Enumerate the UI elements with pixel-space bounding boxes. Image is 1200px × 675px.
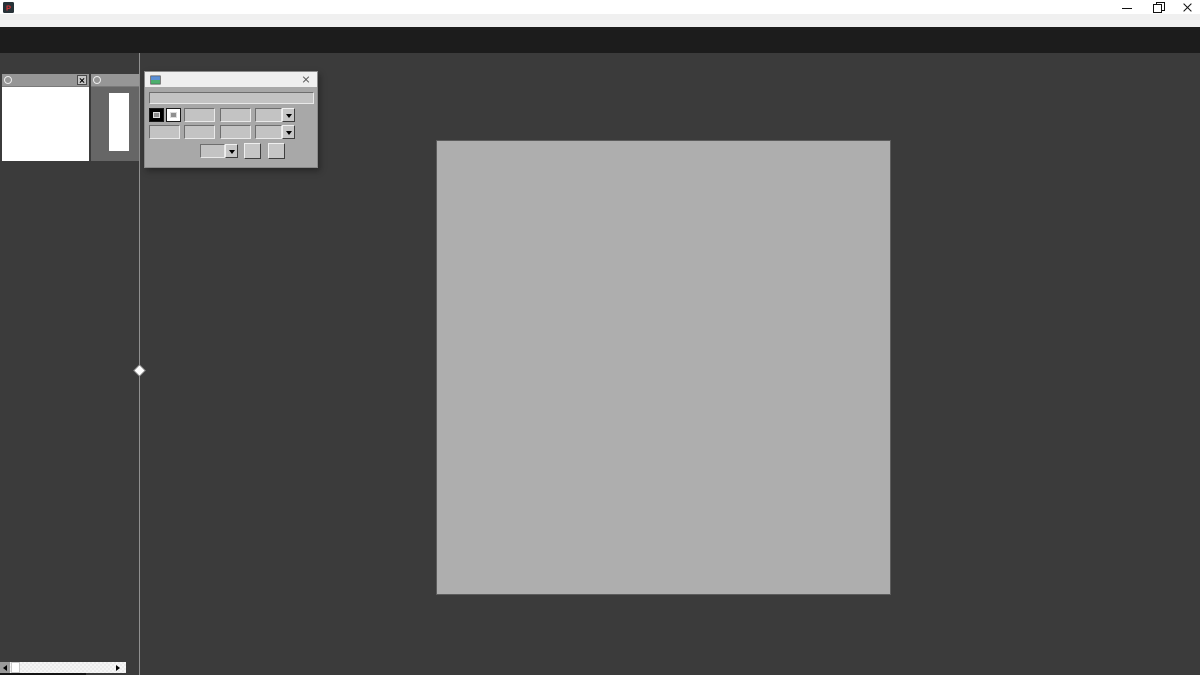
image-card-thumbnail[interactable] [2,87,89,161]
close-icon[interactable] [1176,0,1198,14]
horizontal-scrollbar[interactable] [0,662,126,673]
chevron-down-icon[interactable] [225,144,238,158]
probe-size-dropdown[interactable] [200,144,238,158]
minimize-icon[interactable] [1116,0,1138,14]
checkerboard-canvas[interactable] [437,141,890,594]
gear-icon [246,145,259,158]
scrollbar-thumb[interactable] [11,662,20,673]
readout-settings-button[interactable] [244,143,261,159]
colorspace-dropdown[interactable] [255,125,295,139]
radio-icon[interactable] [4,76,12,84]
readout-y-field[interactable] [220,108,251,122]
probe-size-value [200,144,225,158]
readout-title-bar[interactable] [145,72,317,87]
restore-icon[interactable] [1146,0,1168,14]
unit-dropdown[interactable] [255,108,295,122]
menu-bar [0,14,1200,27]
probe-mode-light-toggle[interactable] [166,108,181,122]
chevron-down-icon[interactable] [282,108,295,122]
splitter-handle-icon[interactable] [135,366,145,376]
title-bar: P [0,0,1200,14]
image-card-checkerboard[interactable] [2,74,89,161]
image-card-file[interactable] [91,74,139,161]
image-card-header [91,74,139,87]
readout-source-field[interactable] [149,92,314,104]
scroll-left-icon[interactable] [0,662,10,673]
image-card-header [2,74,89,87]
readout-r-field[interactable] [149,125,180,139]
probe-mode-dark-toggle[interactable] [149,108,164,122]
readout-x-field[interactable] [184,108,215,122]
app-logo-icon: P [3,2,14,13]
unit-value [255,108,282,122]
scroll-right-icon[interactable] [112,662,124,673]
app-window: P [0,0,1200,675]
svg-text:P: P [6,4,11,13]
white-image-thumb [109,93,129,151]
readout-help-button[interactable] [268,143,285,159]
colorspace-value [255,125,282,139]
readout-b-field[interactable] [220,125,251,139]
readout-dialog-icon [150,75,161,85]
checkerboard-thumbnail [4,89,85,153]
image-card-thumbnail[interactable] [91,87,139,161]
readout-close-icon[interactable] [301,74,312,85]
readout-dialog[interactable] [144,71,318,168]
panel-splitter[interactable] [139,53,140,675]
card-close-icon[interactable] [77,75,87,85]
radio-icon[interactable] [93,76,101,84]
main-toolbar [0,27,1200,53]
chevron-down-icon[interactable] [282,125,295,139]
readout-g-field[interactable] [184,125,215,139]
